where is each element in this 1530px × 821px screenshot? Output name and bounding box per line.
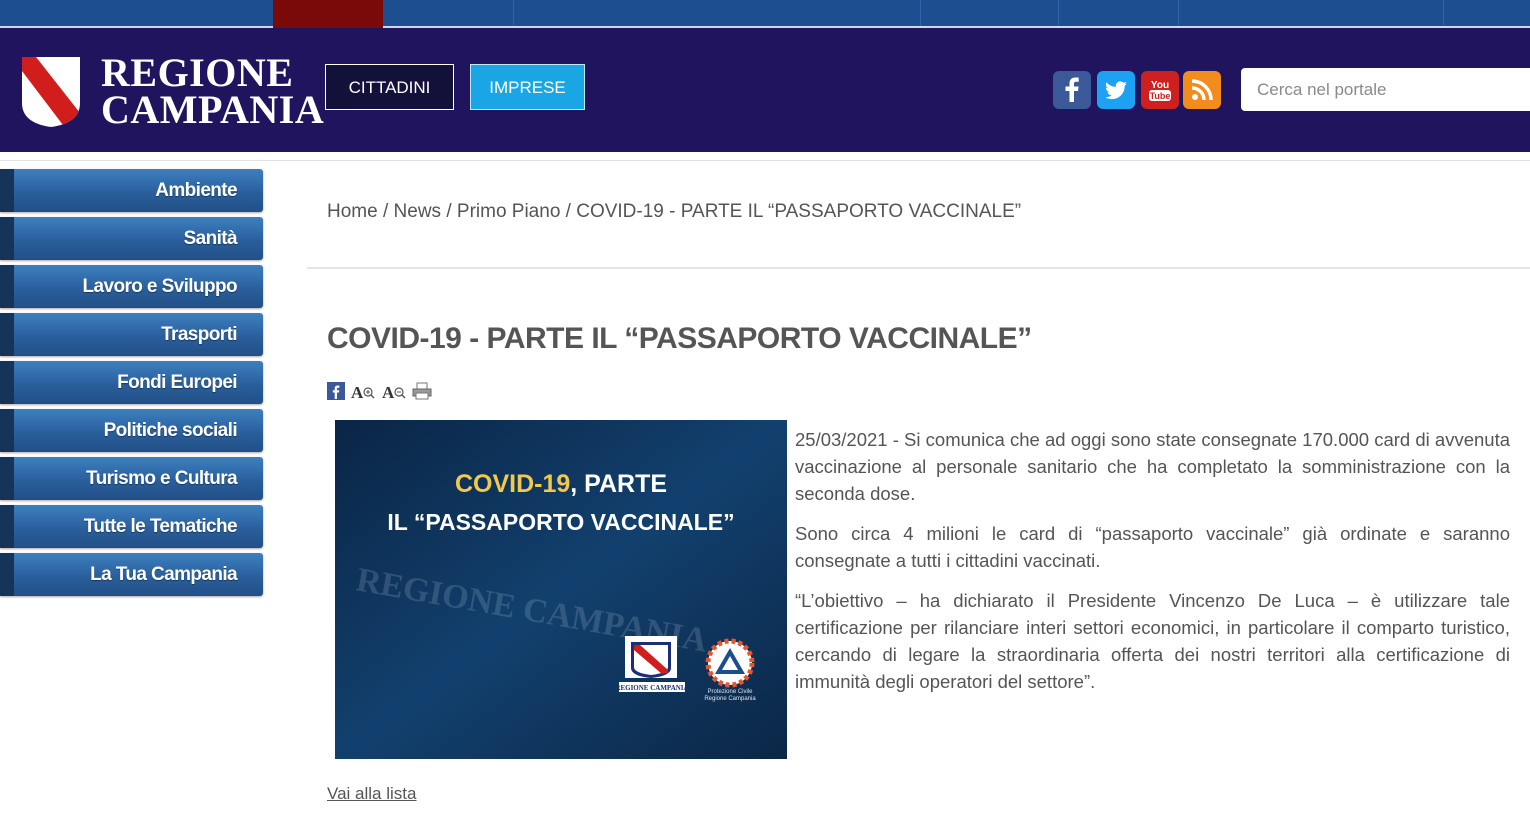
- protezione-civile-caption-1: Protezione Civile: [707, 689, 753, 695]
- breadcrumb-separator: /: [382, 201, 389, 222]
- image-title-line2: IL “PASSAPORTO VACCINALE”: [387, 509, 734, 535]
- rss-icon[interactable]: [1183, 71, 1221, 109]
- sidebar-item-label: Trasporti: [161, 324, 238, 345]
- svg-text:Tube: Tube: [1150, 91, 1171, 101]
- sidebar-item-turismo-e-cultura[interactable]: Turismo e Cultura: [0, 457, 263, 500]
- site-header: REGIONE CAMPANIA CITTADINI IMPRESE You T…: [0, 28, 1530, 152]
- top-strip-divider: [920, 0, 921, 26]
- sidebar-item-label: La Tua Campania: [90, 564, 238, 585]
- facebook-share-icon[interactable]: [327, 382, 345, 405]
- print-icon[interactable]: [412, 382, 432, 405]
- site-logo-text[interactable]: REGIONE CAMPANIA: [101, 50, 325, 132]
- protezione-civile-caption-2: Regione Campania: [704, 696, 756, 702]
- sidebar-item-tutte-le-tematiche[interactable]: Tutte le Tematiche: [0, 505, 263, 548]
- breadcrumb: Home / News / Primo Piano / COVID-19 - P…: [327, 201, 1021, 223]
- svg-text:COVID-19, PARTE: COVID-19, PARTE: [455, 470, 667, 498]
- sidebar-item-ambiente[interactable]: Ambiente: [0, 169, 263, 212]
- twitter-icon[interactable]: [1097, 71, 1135, 109]
- breadcrumb-home-link[interactable]: Home: [327, 201, 378, 222]
- sidebar-item-label: Politiche sociali: [103, 420, 238, 441]
- top-strip-divider: [1178, 0, 1179, 26]
- breadcrumb-separator: /: [565, 201, 571, 222]
- article-image: REGIONE CAMPANIA COVID-19, PARTE IL “PAS…: [335, 420, 787, 759]
- logo-line-1: REGIONE: [101, 50, 294, 95]
- svg-text:A: A: [382, 383, 395, 400]
- top-strip-divider: [1058, 0, 1059, 26]
- image-title-line1: , PARTE: [570, 470, 667, 498]
- sidebar-item-politiche-sociali[interactable]: Politiche sociali: [0, 409, 263, 452]
- header-divider: [0, 160, 1530, 161]
- sidebar-item-lavoro-e-sviluppo[interactable]: Lavoro e Sviluppo: [0, 265, 263, 308]
- emblem-caption: REGIONE CAMPANIA: [615, 684, 688, 692]
- article-body: 25/03/2021 - Si comunica che ad oggi son…: [795, 426, 1510, 708]
- top-navigation-strip: [0, 0, 1530, 28]
- image-title-highlight: COVID-19: [455, 470, 570, 498]
- sidebar-item-label: Sanità: [183, 228, 238, 249]
- content-divider: [307, 267, 1530, 269]
- sidebar-item-sanita[interactable]: Sanità: [0, 217, 263, 260]
- top-strip-active-tab[interactable]: [273, 0, 383, 28]
- facebook-icon[interactable]: [1053, 71, 1091, 109]
- sidebar-item-label: Ambiente: [155, 180, 237, 201]
- breadcrumb-separator: /: [446, 201, 452, 222]
- breadcrumb-news-link[interactable]: News: [394, 201, 442, 222]
- imprese-button[interactable]: IMPRESE: [470, 64, 585, 110]
- svg-text:A: A: [351, 383, 364, 400]
- top-strip-divider: [1443, 0, 1444, 26]
- sidebar-item-label: Tutte le Tematiche: [83, 516, 238, 537]
- sidebar-item-la-tua-campania[interactable]: La Tua Campania: [0, 553, 263, 596]
- sidebar-item-label: Turismo e Cultura: [86, 468, 238, 489]
- article-paragraph: 25/03/2021 - Si comunica che ad oggi son…: [795, 429, 1510, 504]
- site-search-input[interactable]: [1241, 68, 1530, 111]
- article-tools: A A: [327, 382, 434, 402]
- sidebar-item-label: Lavoro e Sviluppo: [82, 276, 238, 297]
- breadcrumb-primo-piano-link[interactable]: Primo Piano: [457, 201, 561, 222]
- article-paragraph: “L’obiettivo – ha dichiarato il Presiden…: [795, 590, 1510, 692]
- sidebar-menu: Ambiente Sanità Lavoro e Sviluppo Traspo…: [0, 169, 263, 601]
- cittadini-button[interactable]: CITTADINI: [325, 64, 454, 110]
- top-strip-divider: [513, 0, 514, 26]
- sidebar-item-fondi-europei[interactable]: Fondi Europei: [0, 361, 263, 404]
- font-increase-icon[interactable]: A: [351, 382, 375, 405]
- regione-campania-shield-logo[interactable]: [20, 55, 82, 129]
- page-title: COVID-19 - PARTE IL “PASSAPORTO VACCINAL…: [327, 322, 1032, 355]
- sidebar-item-label: Fondi Europei: [117, 372, 238, 393]
- logo-line-2: CAMPANIA: [101, 87, 325, 132]
- sidebar-item-trasporti[interactable]: Trasporti: [0, 313, 263, 356]
- youtube-icon[interactable]: You Tube: [1141, 71, 1179, 109]
- font-decrease-icon[interactable]: A: [382, 382, 406, 405]
- article-paragraph: Sono circa 4 milioni le card di “passapo…: [795, 523, 1510, 571]
- breadcrumb-current: COVID-19 - PARTE IL “PASSAPORTO VACCINAL…: [576, 201, 1022, 222]
- back-to-list-link[interactable]: Vai alla lista: [327, 784, 416, 804]
- svg-text:You: You: [1151, 80, 1169, 91]
